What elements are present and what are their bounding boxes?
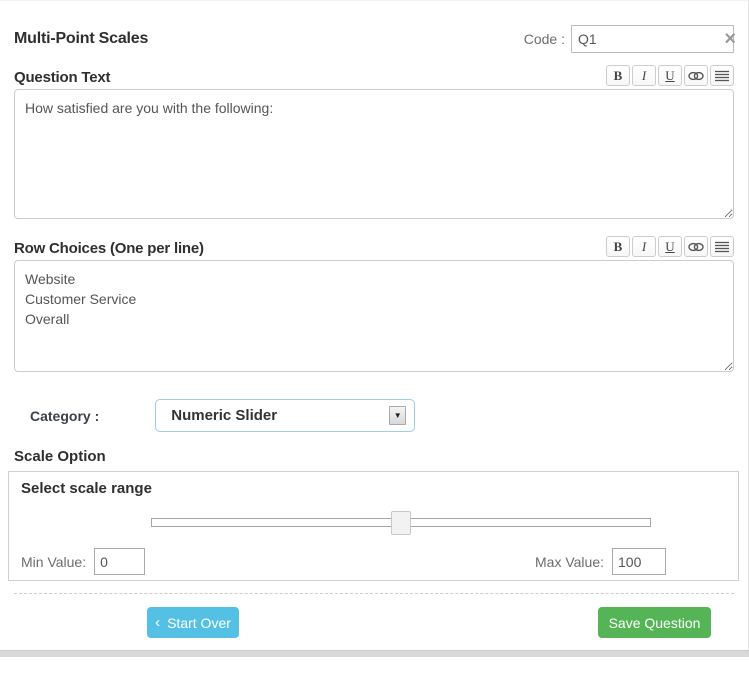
row-choices-input[interactable]: Website Customer Service Overall (14, 260, 734, 372)
underline-button[interactable]: U (658, 65, 682, 86)
bold-button[interactable]: B (606, 236, 630, 257)
slider-handle[interactable] (391, 511, 411, 535)
dropdown-arrow-icon[interactable]: ▼ (389, 406, 406, 425)
horizontal-lines-icon (715, 70, 729, 82)
max-value-input[interactable] (612, 548, 666, 575)
dialog-header: Multi-Point Scales Code : (14, 25, 734, 53)
link-button[interactable] (684, 65, 708, 86)
category-label: Category : (30, 408, 99, 424)
row-choices-editor-toolbar: B I U (606, 236, 734, 257)
chevron-left-icon: ‹ (155, 616, 160, 630)
row-choices-section-header: Row Choices (One per line) B I U (14, 236, 734, 257)
paragraph-button[interactable] (710, 236, 734, 257)
question-text-heading: Question Text (14, 69, 110, 86)
close-icon[interactable]: × (724, 29, 736, 49)
chain-link-icon (688, 71, 704, 81)
scale-option-panel: Select scale range Min Value: Max Value: (8, 471, 739, 581)
select-scale-range-heading: Select scale range (21, 480, 726, 497)
category-select[interactable]: Numeric Slider ▼ (155, 399, 415, 432)
code-input[interactable] (571, 25, 734, 53)
bold-button[interactable]: B (606, 65, 630, 86)
horizontal-lines-icon (715, 241, 729, 253)
paragraph-button[interactable] (710, 65, 734, 86)
scale-range-slider (151, 511, 651, 535)
start-over-label: Start Over (167, 615, 231, 631)
start-over-button[interactable]: ‹ Start Over (147, 607, 239, 638)
category-selected-value: Numeric Slider (171, 407, 277, 424)
chain-link-icon (688, 242, 704, 252)
link-button[interactable] (684, 236, 708, 257)
row-choices-heading: Row Choices (One per line) (14, 240, 204, 257)
code-label: Code : (524, 31, 565, 47)
underline-button[interactable]: U (658, 236, 682, 257)
min-value-input[interactable] (94, 548, 145, 575)
question-text-input[interactable]: How satisfied are you with the following… (14, 89, 734, 219)
category-row: Category : Numeric Slider ▼ (14, 399, 734, 432)
scale-option-heading: Scale Option (14, 448, 734, 465)
italic-button[interactable]: I (632, 65, 656, 86)
dialog-title: Multi-Point Scales (14, 30, 148, 48)
minmax-row: Min Value: Max Value: (21, 548, 726, 575)
footer-divider (14, 593, 734, 594)
save-question-button[interactable]: Save Question (598, 607, 711, 638)
footer-actions: ‹ Start Over Save Question (14, 607, 734, 638)
max-value-label: Max Value: (535, 554, 604, 570)
page-bottom-scrollbar[interactable] (0, 650, 749, 657)
code-group: Code : (524, 25, 734, 53)
min-value-group: Min Value: (21, 548, 145, 575)
question-text-section-header: Question Text B I U (14, 65, 734, 86)
italic-button[interactable]: I (632, 236, 656, 257)
min-value-label: Min Value: (21, 554, 86, 570)
max-value-group: Max Value: (535, 548, 666, 575)
question-editor-dialog: × Multi-Point Scales Code : Question Tex… (0, 25, 748, 681)
question-editor-toolbar: B I U (606, 65, 734, 86)
